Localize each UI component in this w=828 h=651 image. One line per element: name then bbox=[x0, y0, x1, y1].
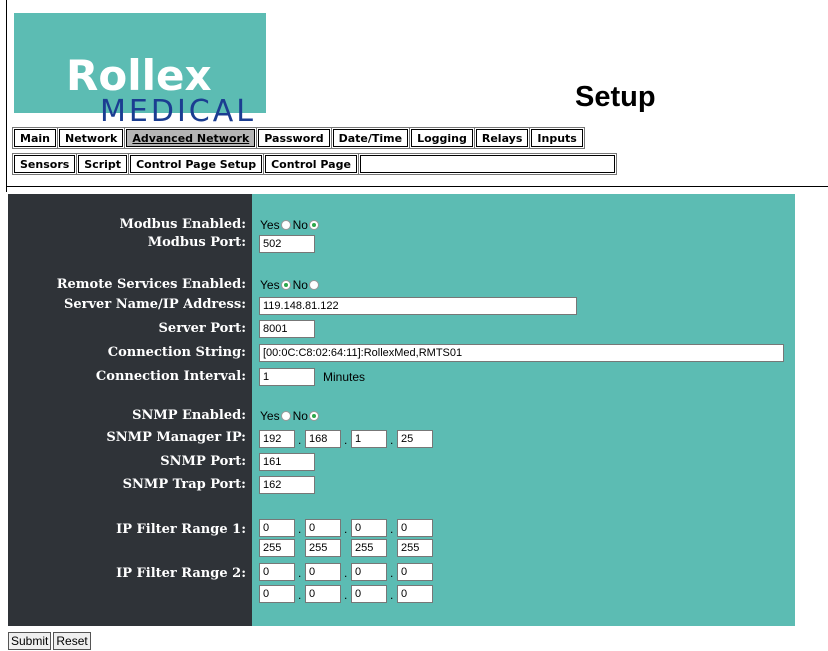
ip-filter-1-start-octet-1[interactable]: 0 bbox=[259, 519, 295, 537]
ip-filter-1-label: IP Filter Range 1: bbox=[116, 522, 246, 537]
connection-string-input[interactable]: [00:0C:C8:02:64:11]:RollexMed,RMTS01 bbox=[259, 344, 784, 362]
snmp-trap-port-label: SNMP Trap Port: bbox=[122, 477, 246, 492]
tab-sensors[interactable]: Sensors bbox=[11, 153, 78, 175]
submit-button[interactable]: Submit bbox=[8, 632, 52, 650]
server-name-input[interactable]: 119.148.81.122 bbox=[259, 297, 577, 315]
modbus-enabled-radios: Yes No bbox=[260, 218, 321, 232]
tab-inputs[interactable]: Inputs bbox=[529, 127, 585, 149]
page-title: Setup bbox=[575, 81, 656, 113]
ip-filter-1-end-octet-2[interactable]: 255 bbox=[305, 539, 341, 557]
ip-dot: . bbox=[390, 588, 394, 602]
ip-filter-1-start-octet-3[interactable]: 0 bbox=[351, 519, 387, 537]
tab-logging[interactable]: Logging bbox=[409, 127, 475, 149]
server-port-label: Server Port: bbox=[158, 321, 246, 336]
snmp-trap-port-input[interactable]: 162 bbox=[259, 476, 315, 494]
ip-filter-1-start-octet-2[interactable]: 0 bbox=[305, 519, 341, 537]
modbus-port-input[interactable]: 502 bbox=[259, 235, 315, 253]
ip-filter-1-start-octet-4[interactable]: 0 bbox=[397, 519, 433, 537]
snmp-yes-label: Yes bbox=[260, 409, 280, 423]
ip-dot: . bbox=[298, 588, 302, 602]
ip-filter-1-end-octet-3[interactable]: 255 bbox=[351, 539, 387, 557]
snmp-enabled-radios: Yes No bbox=[260, 409, 321, 423]
snmp-yes-radio[interactable] bbox=[280, 411, 291, 421]
modbus-no-label: No bbox=[292, 218, 308, 232]
modbus-no-radio[interactable] bbox=[308, 220, 319, 230]
snmp-manager-ip-octet-2[interactable]: 168 bbox=[305, 430, 341, 448]
server-name-label: Server Name/IP Address: bbox=[64, 297, 246, 312]
remote-no-radio[interactable] bbox=[308, 280, 319, 290]
remote-no-label: No bbox=[292, 278, 308, 292]
server-port-input[interactable]: 8001 bbox=[259, 320, 315, 338]
ip-filter-1-end-octet-1[interactable]: 255 bbox=[259, 539, 295, 557]
snmp-enabled-label: SNMP Enabled: bbox=[132, 408, 246, 423]
ip-dot: . bbox=[344, 522, 348, 536]
ip-filter-2-label: IP Filter Range 2: bbox=[116, 566, 246, 581]
tab-password[interactable]: Password bbox=[256, 127, 332, 149]
modbus-yes-radio[interactable] bbox=[280, 220, 291, 230]
ip-dot: . bbox=[390, 522, 394, 536]
rollex-medical-logo: Rollex MEDICAL bbox=[14, 13, 266, 128]
logo-word: Rollex bbox=[66, 51, 212, 100]
remote-yes-radio[interactable] bbox=[280, 280, 291, 290]
tab-bar-row-2: Sensors Script Control Page Setup Contro… bbox=[11, 153, 617, 175]
ip-filter-2-start-octet-4[interactable]: 0 bbox=[397, 563, 433, 581]
tab-main[interactable]: Main bbox=[12, 127, 58, 149]
ip-dot: . bbox=[344, 433, 348, 447]
ip-dot: . bbox=[298, 566, 302, 580]
ip-filter-2-start-octet-2[interactable]: 0 bbox=[305, 563, 341, 581]
connection-interval-label: Connection Interval: bbox=[95, 369, 246, 384]
tab-date-time[interactable]: Date/Time bbox=[330, 127, 411, 149]
ip-dot: . bbox=[298, 433, 302, 447]
tab-advanced-network[interactable]: Advanced Network bbox=[124, 127, 258, 149]
modbus-enabled-label: Modbus Enabled: bbox=[119, 217, 246, 232]
header-separator bbox=[6, 186, 828, 187]
ip-filter-2-start-octet-1[interactable]: 0 bbox=[259, 563, 295, 581]
ip-filter-2-end-octet-3[interactable]: 0 bbox=[351, 585, 387, 603]
snmp-port-input[interactable]: 161 bbox=[259, 453, 315, 471]
snmp-manager-ip-octet-4[interactable]: 25 bbox=[397, 430, 433, 448]
snmp-port-label: SNMP Port: bbox=[160, 454, 246, 469]
snmp-no-label: No bbox=[292, 409, 308, 423]
remote-services-label: Remote Services Enabled: bbox=[56, 277, 246, 292]
snmp-no-radio[interactable] bbox=[308, 411, 319, 421]
connection-interval-input[interactable]: 1 bbox=[259, 368, 315, 386]
tab-empty-slot bbox=[357, 153, 617, 175]
ip-filter-2-end-octet-1[interactable]: 0 bbox=[259, 585, 295, 603]
logo-subtitle: MEDICAL bbox=[100, 94, 256, 129]
tab-relays[interactable]: Relays bbox=[473, 127, 531, 149]
snmp-manager-ip-octet-3[interactable]: 1 bbox=[351, 430, 387, 448]
ip-filter-2-end-octet-2[interactable]: 0 bbox=[305, 585, 341, 603]
snmp-manager-ip-label: SNMP Manager IP: bbox=[106, 430, 246, 445]
connection-interval-unit: Minutes bbox=[323, 370, 366, 384]
ip-filter-2-start-octet-3[interactable]: 0 bbox=[351, 563, 387, 581]
ip-dot: . bbox=[344, 566, 348, 580]
modbus-yes-label: Yes bbox=[260, 218, 280, 232]
tab-network[interactable]: Network bbox=[56, 127, 126, 149]
snmp-manager-ip-octet-1[interactable]: 192 bbox=[259, 430, 295, 448]
tab-control-page-setup[interactable]: Control Page Setup bbox=[128, 153, 265, 175]
ip-dot: . bbox=[298, 522, 302, 536]
tab-control-page[interactable]: Control Page bbox=[263, 153, 359, 175]
reset-button[interactable]: Reset bbox=[53, 632, 91, 650]
tab-bar-row-1: Main Network Advanced Network Password D… bbox=[12, 127, 585, 149]
advanced-network-form: Modbus Enabled: Modbus Port: Remote Serv… bbox=[8, 194, 795, 626]
modbus-port-label: Modbus Port: bbox=[147, 235, 246, 250]
ip-dot: . bbox=[344, 588, 348, 602]
left-border-line bbox=[6, 0, 7, 192]
tab-script[interactable]: Script bbox=[76, 153, 130, 175]
remote-yes-label: Yes bbox=[260, 278, 280, 292]
connection-string-label: Connection String: bbox=[107, 345, 246, 360]
ip-filter-2-end-octet-4[interactable]: 0 bbox=[397, 585, 433, 603]
form-buttons: Submit Reset bbox=[8, 632, 91, 650]
ip-dot: . bbox=[390, 433, 394, 447]
remote-services-radios: Yes No bbox=[260, 278, 321, 292]
form-label-column: Modbus Enabled: Modbus Port: Remote Serv… bbox=[8, 194, 252, 626]
ip-filter-1-end-octet-4[interactable]: 255 bbox=[397, 539, 433, 557]
ip-dot: . bbox=[390, 566, 394, 580]
form-input-column: Yes No 502 Yes No 119.148.81.122 8001 [00:… bbox=[252, 194, 795, 626]
